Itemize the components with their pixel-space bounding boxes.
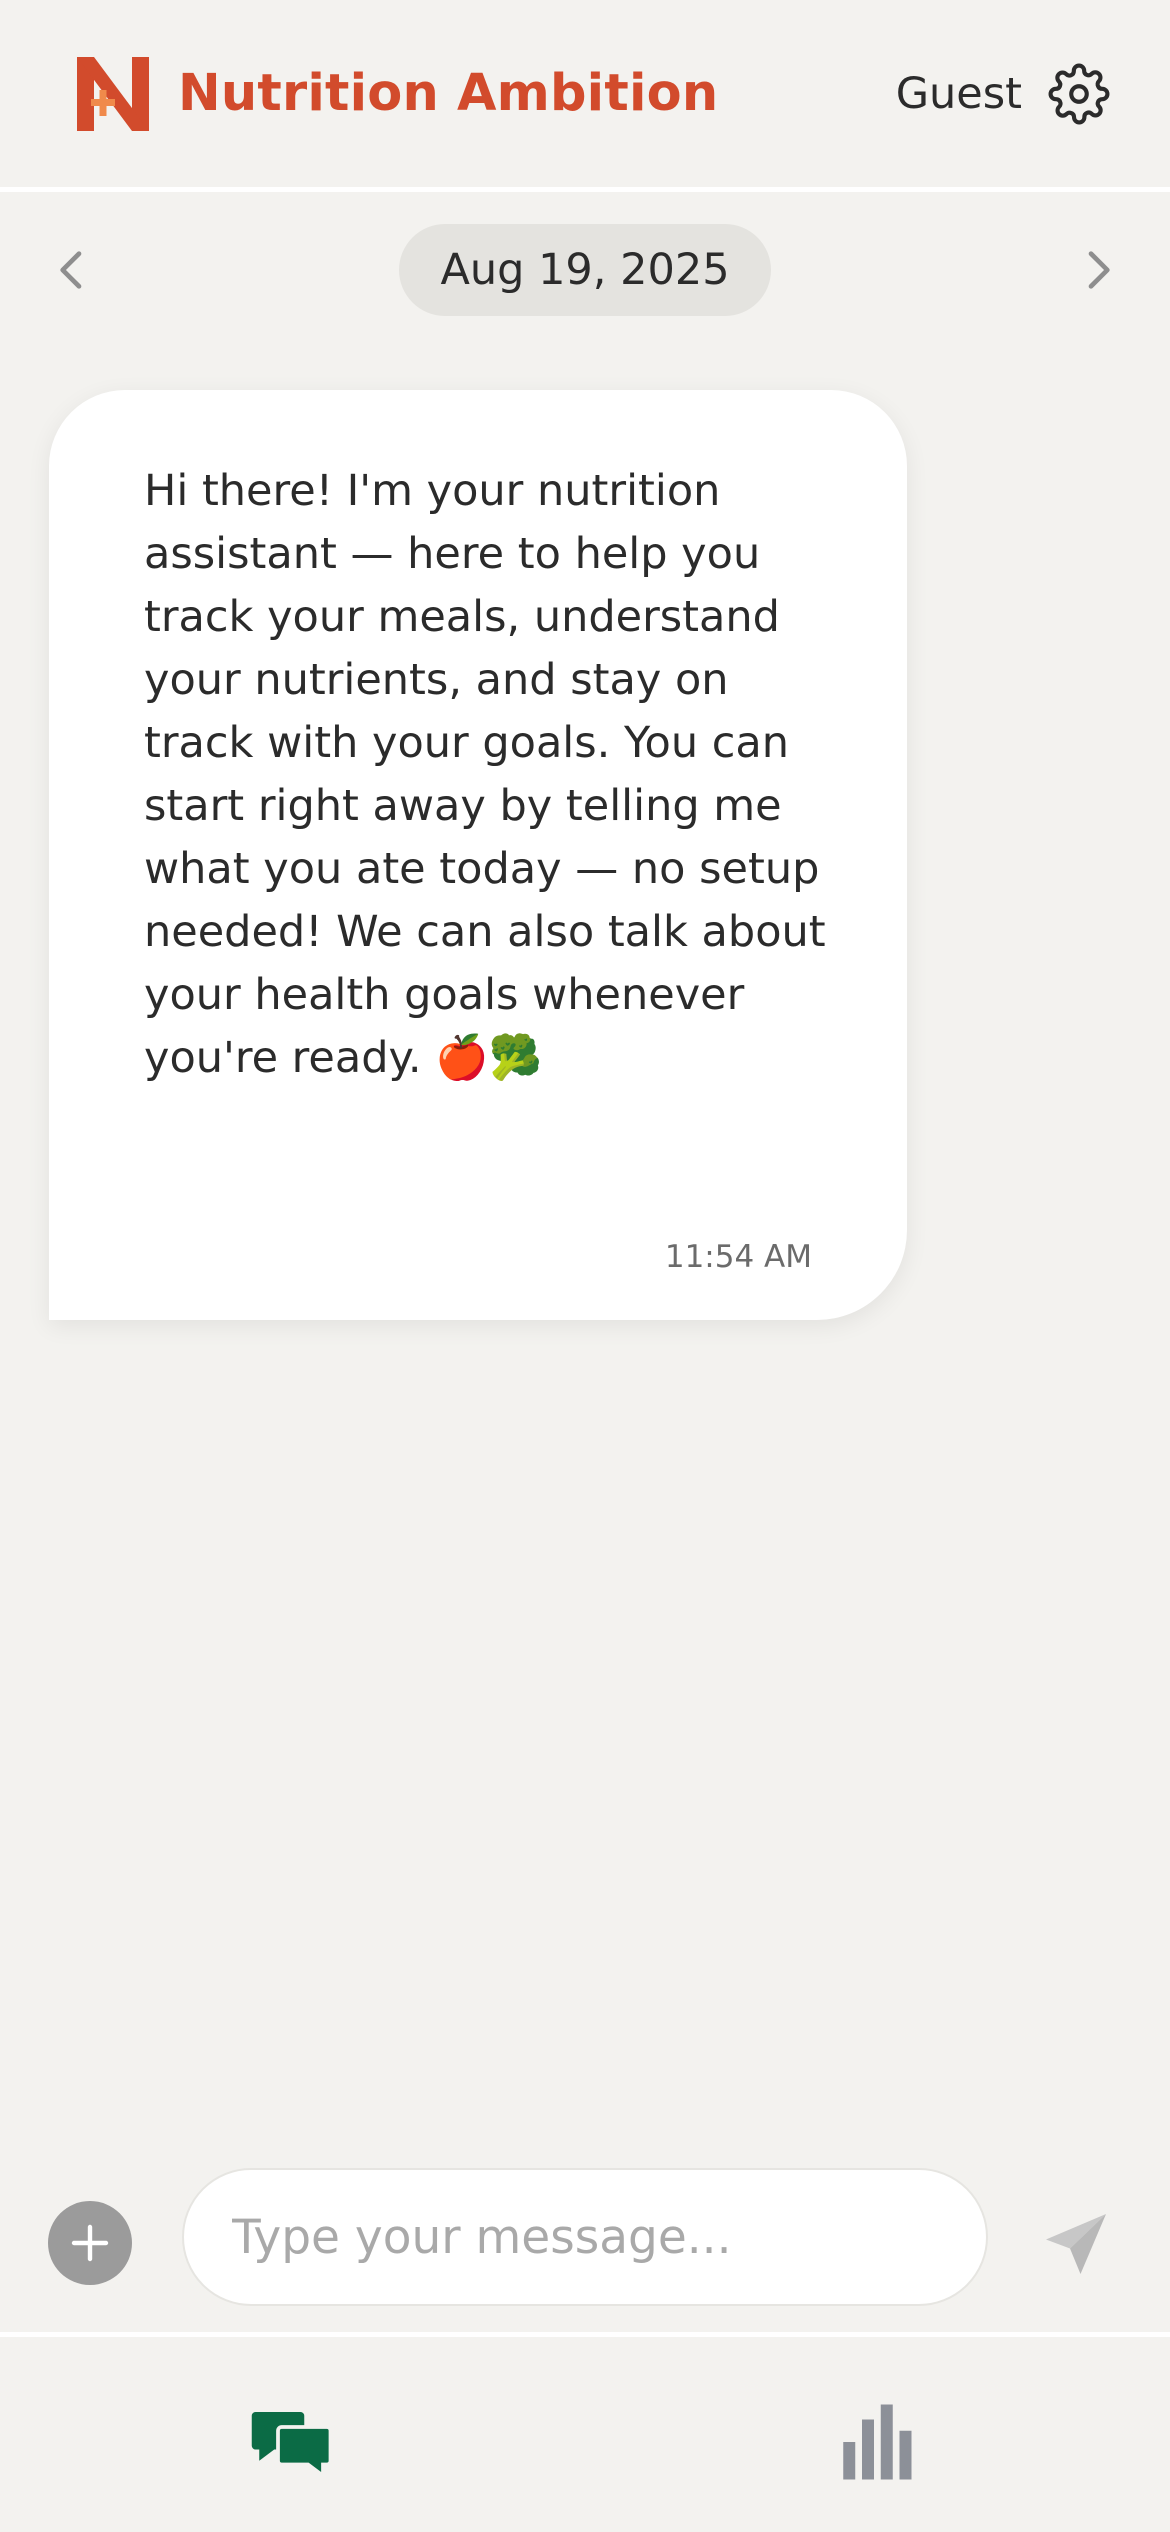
add-button[interactable] [48, 2201, 132, 2285]
user-area: Guest [896, 63, 1110, 125]
gear-icon[interactable] [1048, 63, 1110, 125]
chevron-left-icon[interactable] [44, 242, 100, 298]
date-navigation: Aug 19, 2025 [0, 222, 1170, 318]
bottom-navigation [0, 2332, 1170, 2532]
assistant-message-bubble: Hi there! I'm your nutrition assistant —… [49, 390, 907, 1320]
message-timestamp: 11:54 AM [664, 1239, 812, 1275]
bar-chart-icon[interactable] [832, 2397, 922, 2487]
nutrition-ambition-logo [77, 56, 149, 131]
current-date[interactable]: Aug 19, 2025 [399, 224, 771, 316]
message-composer [0, 2166, 1170, 2308]
send-icon[interactable] [1040, 2208, 1112, 2280]
chat-bubbles-icon[interactable] [248, 2397, 338, 2487]
app-name: Nutrition Ambition [178, 64, 719, 123]
user-name[interactable]: Guest [896, 69, 1022, 119]
brand: Nutrition Ambition [74, 55, 718, 133]
message-text: Hi there! I'm your nutrition assistant —… [144, 466, 826, 1083]
app-header: Nutrition Ambition Guest [0, 0, 1170, 192]
message-input[interactable] [182, 2168, 988, 2306]
chevron-right-icon[interactable] [1070, 242, 1126, 298]
plus-icon [71, 2224, 109, 2262]
app-root: Nutrition Ambition Guest Aug 19, 2025 Hi… [0, 0, 1170, 2532]
